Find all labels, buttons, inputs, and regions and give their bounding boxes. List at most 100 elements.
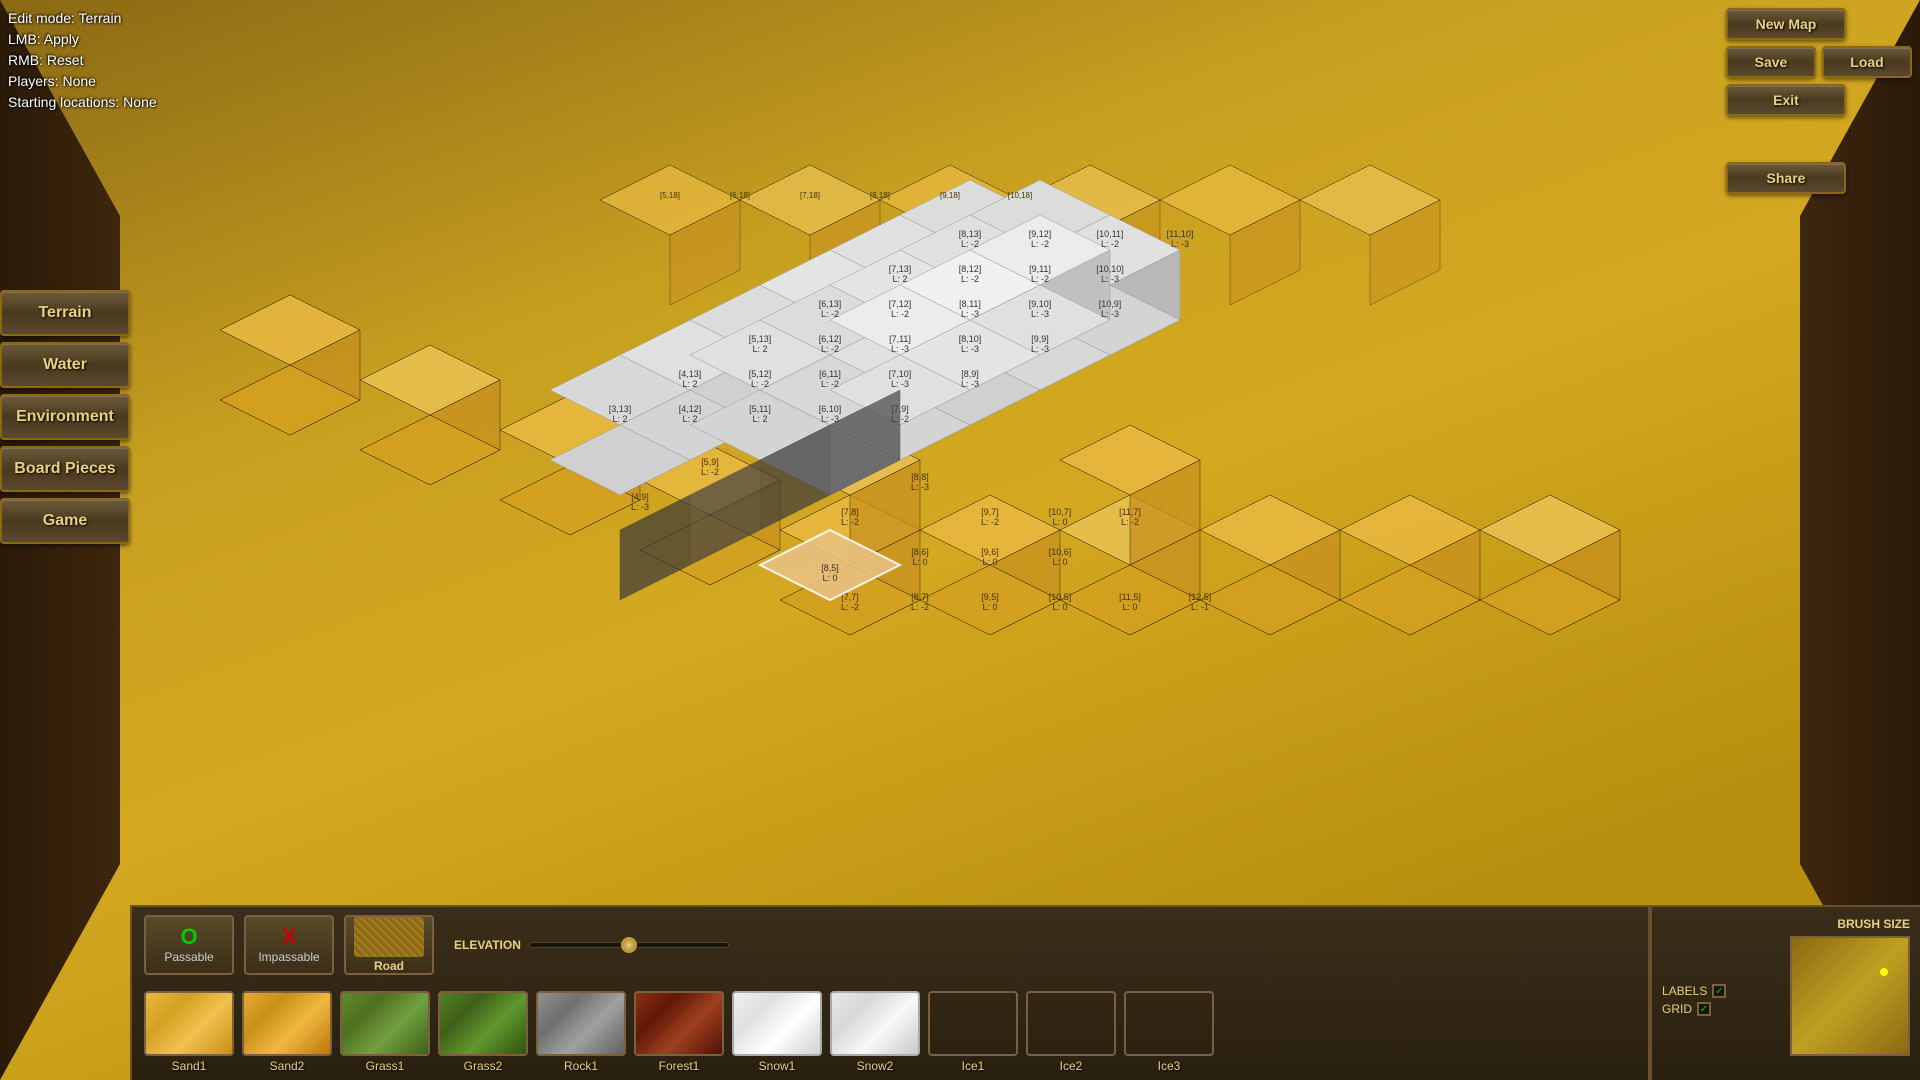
svg-text:L: -3: L: -3 — [911, 482, 929, 492]
svg-text:L: 0: L: 0 — [1052, 602, 1067, 612]
svg-text:L: 0: L: 0 — [982, 602, 997, 612]
svg-text:[6,18]: [6,18] — [730, 191, 750, 200]
tile-label-forest1: Forest1 — [659, 1059, 700, 1073]
minimap-cursor — [1880, 968, 1888, 976]
tile-preview-rock1 — [536, 991, 626, 1056]
tile-grass1[interactable]: Grass1 — [340, 991, 430, 1073]
svg-text:[10,10]: [10,10] — [1096, 264, 1124, 274]
tile-grass2[interactable]: Grass2 — [438, 991, 528, 1073]
exit-button[interactable]: Exit — [1726, 84, 1846, 116]
svg-text:[9,6]: [9,6] — [981, 547, 999, 557]
svg-text:L: 2: L: 2 — [752, 414, 767, 424]
svg-text:L: -3: L: -3 — [961, 344, 979, 354]
labels-row: LABELS — [1662, 984, 1726, 998]
svg-text:L: 0: L: 0 — [982, 557, 997, 567]
tile-rock1[interactable]: Rock1 — [536, 991, 626, 1073]
info-panel: Edit mode: Terrain LMB: Apply RMB: Reset… — [8, 8, 157, 113]
sidebar-item-water[interactable]: Water — [0, 342, 130, 388]
svg-text:[9,9]: [9,9] — [1031, 334, 1049, 344]
save-button[interactable]: Save — [1726, 46, 1816, 78]
tile-preview-grass1 — [340, 991, 430, 1056]
svg-text:[10,5]: [10,5] — [1049, 592, 1072, 602]
elevation-slider-thumb — [621, 937, 637, 953]
tile-preview-snow1 — [732, 991, 822, 1056]
svg-text:L: -2: L: -2 — [911, 602, 929, 612]
svg-text:L: -3: L: -3 — [821, 414, 839, 424]
sidebar-item-game[interactable]: Game — [0, 498, 130, 544]
svg-text:[6,12]: [6,12] — [819, 334, 842, 344]
tile-preview-forest1 — [634, 991, 724, 1056]
svg-text:L: 0: L: 0 — [1052, 557, 1067, 567]
tile-snow2[interactable]: Snow2 — [830, 991, 920, 1073]
svg-text:[6,10]: [6,10] — [819, 404, 842, 414]
sidebar-item-environment[interactable]: Environment — [0, 394, 130, 440]
new-map-button[interactable]: New Map — [1726, 8, 1846, 40]
svg-text:[8,13]: [8,13] — [959, 229, 982, 239]
svg-text:[6,11]: [6,11] — [819, 369, 841, 379]
svg-text:L: 2: L: 2 — [612, 414, 627, 424]
svg-text:[11,7]: [11,7] — [1119, 507, 1141, 517]
tile-preview-sand1 — [144, 991, 234, 1056]
tile-preview-snow2 — [830, 991, 920, 1056]
svg-text:[7,8]: [7,8] — [841, 507, 859, 517]
game-viewport: [3,13] L: 2 [4,13] L: 2 [5,13] L: 2 [6,1… — [0, 0, 1920, 1080]
sidebar-item-board-pieces[interactable]: Board Pieces — [0, 446, 130, 492]
impassable-button[interactable]: X Impassable — [244, 915, 334, 975]
minimap[interactable] — [1790, 936, 1910, 1056]
elevation-slider[interactable] — [529, 942, 729, 948]
labels-label: LABELS — [1662, 984, 1707, 998]
svg-text:L: 2: L: 2 — [892, 274, 907, 284]
svg-text:[4,9]: [4,9] — [631, 492, 649, 502]
tile-ice2[interactable]: Ice2 — [1026, 991, 1116, 1073]
brush-size-label: BRUSH SIZE — [1662, 917, 1910, 931]
svg-text:L: -3: L: -3 — [631, 502, 649, 512]
svg-text:[7,7]: [7,7] — [841, 592, 859, 602]
share-button[interactable]: Share — [1726, 162, 1846, 194]
bottom-toolbar: O Passable X Impassable Road ELEVATION — [130, 905, 1650, 1080]
sidebar-item-terrain[interactable]: Terrain — [0, 290, 130, 336]
svg-text:L: -2: L: -2 — [751, 379, 769, 389]
grid-checkbox[interactable] — [1697, 1002, 1711, 1016]
tile-sand2[interactable]: Sand2 — [242, 991, 332, 1073]
svg-text:L: -2: L: -2 — [821, 309, 839, 319]
tile-ice1[interactable]: Ice1 — [928, 991, 1018, 1073]
load-button[interactable]: Load — [1822, 46, 1912, 78]
svg-text:[5,18]: [5,18] — [660, 191, 680, 200]
tile-label-ice1: Ice1 — [962, 1059, 985, 1073]
svg-text:L: 0: L: 0 — [1052, 517, 1067, 527]
svg-text:[8,6]: [8,6] — [911, 547, 929, 557]
svg-text:[9,12]: [9,12] — [1029, 229, 1052, 239]
svg-text:[12,5]: [12,5] — [1189, 592, 1212, 602]
svg-text:[8,5]: [8,5] — [821, 563, 839, 573]
svg-text:[8,12]: [8,12] — [959, 264, 982, 274]
svg-text:L: -3: L: -3 — [1171, 239, 1189, 249]
starting-locations-text: Starting locations: None — [8, 92, 157, 113]
bottom-right-panel: BRUSH SIZE LABELS GRID — [1650, 905, 1920, 1080]
svg-text:L: -2: L: -2 — [821, 344, 839, 354]
svg-text:[8,11]: [8,11] — [959, 299, 981, 309]
svg-text:[8,7]: [8,7] — [911, 592, 929, 602]
svg-text:L: -3: L: -3 — [891, 344, 909, 354]
edit-mode-text: Edit mode: Terrain — [8, 8, 157, 29]
road-button[interactable]: Road — [344, 915, 434, 975]
svg-text:[10,9]: [10,9] — [1099, 299, 1122, 309]
tile-label-snow2: Snow2 — [857, 1059, 894, 1073]
labels-checkbox[interactable] — [1712, 984, 1726, 998]
svg-text:L: -2: L: -2 — [961, 239, 979, 249]
svg-text:[11,5]: [11,5] — [1119, 592, 1141, 602]
tile-label-sand1: Sand1 — [172, 1059, 207, 1073]
tile-forest1[interactable]: Forest1 — [634, 991, 724, 1073]
tile-snow1[interactable]: Snow1 — [732, 991, 822, 1073]
tile-ice3[interactable]: Ice3 — [1124, 991, 1214, 1073]
passable-button[interactable]: O Passable — [144, 915, 234, 975]
svg-text:L: -2: L: -2 — [821, 379, 839, 389]
elevation-label: ELEVATION — [454, 938, 521, 952]
tile-label-sand2: Sand2 — [270, 1059, 305, 1073]
svg-text:[5,11]: [5,11] — [749, 404, 771, 414]
tile-sand1[interactable]: Sand1 — [144, 991, 234, 1073]
tile-label-ice3: Ice3 — [1158, 1059, 1181, 1073]
svg-text:[5,12]: [5,12] — [749, 369, 772, 379]
impassable-label: Impassable — [258, 950, 319, 964]
svg-text:L: -3: L: -3 — [961, 379, 979, 389]
road-texture — [354, 917, 424, 957]
